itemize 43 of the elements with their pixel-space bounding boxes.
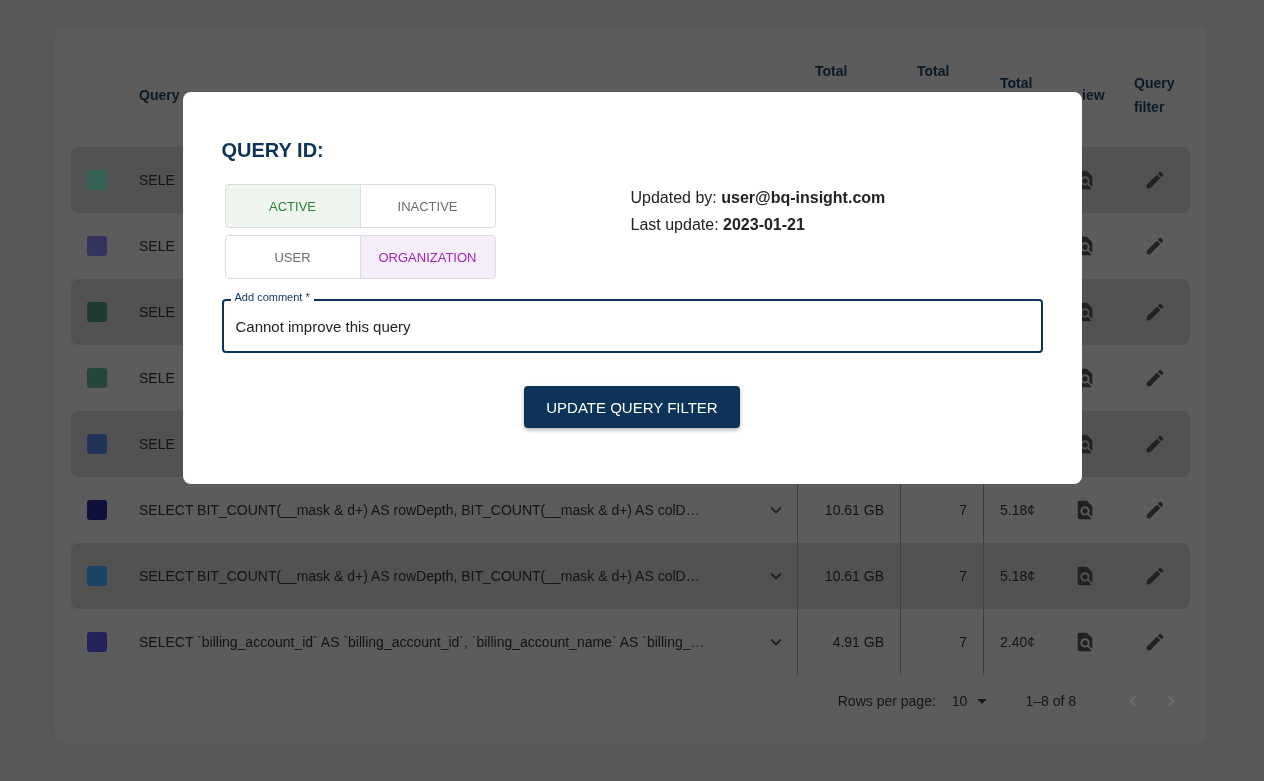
pencil-icon[interactable] [1144,169,1166,191]
rows-per-page-label: Rows per page: [837,693,936,709]
column-header: Query filter [1133,74,1176,117]
table-cell: 2.40¢ [1000,634,1036,650]
table-cell: 5.18¢ [1000,568,1036,584]
query-text: SELECT BIT_COUNT(__mask & d+) AS rowDepth, BIT_COUNT(__mask & d+) AS colD… [139,502,700,518]
column-header: Total [814,62,849,81]
column-header: Total [999,74,1034,93]
column-header: iew [1081,86,1106,105]
query-text: SELECT `billing_account_id` AS `billing_account_id`, `billing_account_name` AS `billing_… [139,634,705,650]
update-query-filter-button[interactable]: UPDATE QUERY FILTER [524,386,740,428]
pencil-icon[interactable] [1144,235,1166,257]
pencil-icon[interactable] [1144,433,1166,455]
pencil-icon[interactable] [1144,367,1166,389]
query-text: SELE [139,436,175,452]
table-cell: 7 [959,568,967,584]
table-cell: 7 [959,634,967,650]
dialog-title: QUERY ID: [221,138,325,163]
table-cell: 5.18¢ [1000,502,1036,518]
pencil-icon[interactable] [1144,565,1166,587]
query-text: SELE [139,370,175,386]
query-text: SELECT BIT_COUNT(__mask & d+) AS rowDepth, BIT_COUNT(__mask & d+) AS colD… [139,568,700,584]
table-cell: 4.91 GB [832,634,884,650]
pencil-icon[interactable] [1144,499,1166,521]
last-update-text: Last update: 2023-01-21 [630,215,806,235]
toggle-button[interactable]: USER [224,235,361,279]
column-header: Query [139,86,181,105]
table-cell: 10.61 GB [824,502,884,518]
column-header: Total [916,62,951,81]
field-label: Add comment * [230,290,314,304]
toggle-button[interactable]: ORGANIZATION [359,235,496,279]
page-range: 1–8 of 8 [1025,693,1076,709]
query-text: SELE [139,304,175,320]
toggle-button[interactable]: ACTIVE [224,184,361,228]
table-cell: 7 [959,502,967,518]
updated-by-text: Updated by: user@bq-insight.com [630,188,886,208]
query-text: SELE [139,172,175,188]
caret-icon [977,698,988,704]
toggle-button[interactable]: INACTIVE [359,184,496,228]
pencil-icon[interactable] [1144,631,1166,653]
table-cell: 10.61 GB [824,568,884,584]
pencil-icon[interactable] [1144,301,1166,323]
query-text: SELE [139,238,175,254]
